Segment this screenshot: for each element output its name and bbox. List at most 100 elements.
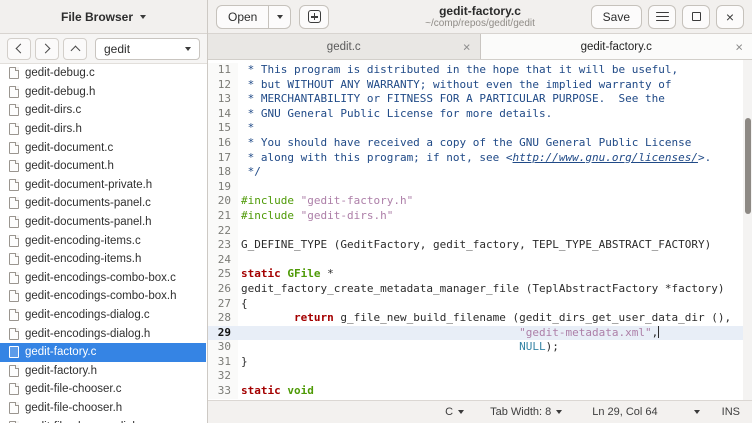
file-list-item[interactable]: gedit-encodings-dialog.h — [0, 324, 206, 343]
code-text: "gedit-metadata.xml", — [238, 326, 752, 341]
file-list-item[interactable]: gedit-document.c — [0, 138, 206, 157]
file-list-item[interactable]: gedit-documents-panel.c — [0, 194, 206, 213]
header-bar: Open gedit-factory.c ~/comp/repos/gedit/… — [208, 0, 752, 34]
code-line[interactable]: 17 * along with this program; if not, se… — [208, 151, 752, 166]
file-list-item[interactable]: gedit-encodings-dialog.c — [0, 306, 206, 325]
cursor-position[interactable]: Ln 29, Col 64 — [592, 406, 657, 418]
text-cursor — [658, 326, 659, 338]
code-line[interactable]: 14 * GNU General Public License for more… — [208, 107, 752, 122]
code-line[interactable]: 13 * MERCHANTABILITY or FITNESS FOR A PA… — [208, 92, 752, 107]
code-line[interactable]: 22 — [208, 224, 752, 239]
code-text: #include "gedit-factory.h" — [238, 194, 752, 209]
file-name: gedit-file-chooser.h — [25, 402, 122, 414]
open-button[interactable]: Open — [216, 5, 269, 29]
file-list-item[interactable]: gedit-encodings-combo-box.c — [0, 269, 206, 288]
code-line[interactable]: 32 — [208, 369, 752, 384]
file-name: gedit-document.h — [25, 160, 114, 172]
file-list-item[interactable]: gedit-factory.c — [0, 343, 206, 362]
language-selector[interactable]: C — [445, 406, 464, 418]
insert-mode-indicator: INS — [722, 406, 740, 418]
vertical-scrollbar[interactable] — [743, 60, 752, 400]
menu-button[interactable] — [648, 5, 676, 29]
open-dropdown-button[interactable] — [269, 5, 291, 29]
panel-switcher-button[interactable]: File Browser — [0, 0, 207, 34]
tab-label: gedit-factory.c — [581, 41, 652, 53]
file-name: gedit-document.c — [25, 142, 113, 154]
file-name: gedit-factory.h — [25, 365, 97, 377]
file-name: gedit-debug.c — [25, 67, 95, 79]
tab-close-icon[interactable]: × — [463, 40, 471, 53]
save-button[interactable]: Save — [591, 5, 642, 29]
file-list-item[interactable]: gedit-document-private.h — [0, 176, 206, 195]
line-number: 31 — [208, 355, 238, 370]
tab-close-icon[interactable]: × — [735, 40, 743, 53]
new-tab-icon — [308, 10, 321, 23]
window-title: gedit-factory.c — [425, 3, 535, 17]
code-line[interactable]: 20#include "gedit-factory.h" — [208, 194, 752, 209]
forward-button[interactable] — [35, 38, 59, 60]
file-list-item[interactable]: gedit-dirs.h — [0, 120, 206, 139]
statusbar-dropdown[interactable] — [694, 410, 700, 414]
line-number: 29 — [208, 326, 238, 341]
file-list-item[interactable]: gedit-file-chooser-dialog.c — [0, 417, 206, 423]
tab-gedit-factory-c[interactable]: gedit-factory.c × — [481, 34, 752, 59]
line-number: 28 — [208, 311, 238, 326]
language-label: C — [445, 406, 453, 418]
document-icon — [9, 309, 19, 321]
close-button[interactable]: × — [716, 5, 744, 29]
document-icon — [9, 365, 19, 377]
file-list-item[interactable]: gedit-debug.c — [0, 64, 206, 83]
file-list-item[interactable]: gedit-encoding-items.c — [0, 231, 206, 250]
code-line[interactable]: 21#include "gedit-dirs.h" — [208, 209, 752, 224]
file-list-item[interactable]: gedit-encodings-combo-box.h — [0, 287, 206, 306]
file-browser-panel: File Browser gedit gedit-debug.c gedit-de… — [0, 0, 208, 423]
tab-gedit-c[interactable]: gedit.c × — [208, 34, 481, 59]
file-list-item[interactable]: gedit-file-chooser.c — [0, 380, 206, 399]
code-text: G_DEFINE_TYPE (GeditFactory, gedit_facto… — [238, 238, 752, 253]
code-line[interactable]: 12 * but WITHOUT ANY WARRANTY; without e… — [208, 78, 752, 93]
code-line[interactable]: 26gedit_factory_create_metadata_manager_… — [208, 282, 752, 297]
code-line[interactable]: 11 * This program is distributed in the … — [208, 63, 752, 78]
code-line[interactable]: 15 * — [208, 121, 752, 136]
file-list-item[interactable]: gedit-debug.h — [0, 83, 206, 102]
maximize-icon — [692, 12, 701, 21]
code-line[interactable]: 33static void — [208, 384, 752, 399]
file-list-item[interactable]: gedit-documents-panel.h — [0, 213, 206, 232]
code-text: * MERCHANTABILITY or FITNESS FOR A PARTI… — [238, 92, 752, 107]
document-icon — [9, 272, 19, 284]
file-name: gedit-file-chooser.c — [25, 383, 122, 395]
file-list-item[interactable]: gedit-factory.h — [0, 362, 206, 381]
code-text: * along with this program; if not, see <… — [238, 151, 752, 166]
up-button[interactable] — [63, 38, 87, 60]
code-line[interactable]: 16 * You should have received a copy of … — [208, 136, 752, 151]
document-icon — [9, 160, 19, 172]
document-icon — [9, 123, 19, 135]
document-icon — [9, 197, 19, 209]
new-tab-button[interactable] — [299, 5, 329, 29]
code-line[interactable]: 25static GFile * — [208, 267, 752, 282]
code-line[interactable]: 23G_DEFINE_TYPE (GeditFactory, gedit_fac… — [208, 238, 752, 253]
file-list-item[interactable]: gedit-dirs.c — [0, 101, 206, 120]
code-line[interactable]: 28 return g_file_new_build_filename (ged… — [208, 311, 752, 326]
location-dropdown[interactable]: gedit — [95, 38, 200, 60]
window-title-block: gedit-factory.c ~/comp/repos/gedit/gedit — [425, 3, 535, 29]
code-text — [238, 224, 752, 239]
code-text: */ — [238, 165, 752, 180]
tab-width-selector[interactable]: Tab Width: 8 — [490, 406, 562, 418]
code-line[interactable]: 30 NULL); — [208, 340, 752, 355]
scrollbar-thumb[interactable] — [745, 118, 751, 214]
code-line[interactable]: 31} — [208, 355, 752, 370]
code-area[interactable]: 11 * This program is distributed in the … — [208, 60, 752, 400]
code-line[interactable]: 29 "gedit-metadata.xml", — [208, 326, 752, 341]
file-list-item[interactable]: gedit-encoding-items.h — [0, 250, 206, 269]
back-button[interactable] — [7, 38, 31, 60]
code-line[interactable]: 24 — [208, 253, 752, 268]
maximize-button[interactable] — [682, 5, 710, 29]
code-text: NULL); — [238, 340, 752, 355]
code-line[interactable]: 18 */ — [208, 165, 752, 180]
chevron-down-icon — [556, 410, 562, 414]
file-list-item[interactable]: gedit-file-chooser.h — [0, 399, 206, 418]
code-line[interactable]: 19 — [208, 180, 752, 195]
code-line[interactable]: 27{ — [208, 297, 752, 312]
file-list-item[interactable]: gedit-document.h — [0, 157, 206, 176]
